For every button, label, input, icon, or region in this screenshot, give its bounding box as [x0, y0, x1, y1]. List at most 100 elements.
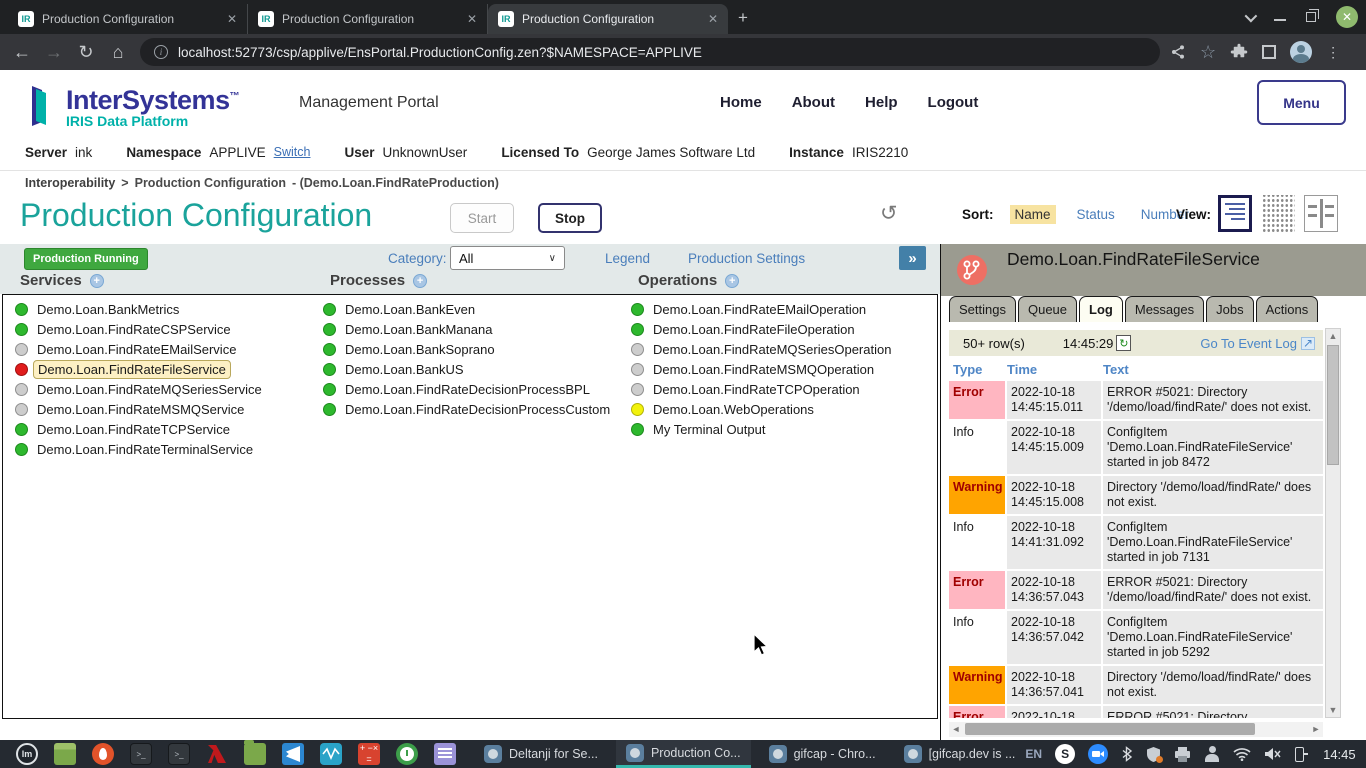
home-icon[interactable]: ⌂ [102, 42, 134, 63]
config-item-label[interactable]: Demo.Loan.FindRateTerminalService [33, 441, 257, 458]
forward-icon[interactable]: → [38, 42, 70, 63]
log-row[interactable]: Info 2022-10-18 14:41:31.092 ConfigItem … [949, 516, 1323, 569]
taskbar-clock[interactable]: 14:45 [1323, 747, 1356, 762]
production-settings-link[interactable]: Production Settings [688, 251, 805, 266]
share-icon[interactable] [1170, 44, 1186, 60]
vscode-icon[interactable] [282, 743, 304, 765]
taskbar-window[interactable]: Deltanji for Se... [474, 740, 608, 768]
config-item-label[interactable]: Demo.Loan.FindRateEMailService [33, 341, 240, 358]
vertical-scroll-thumb[interactable] [1327, 345, 1339, 465]
profile-avatar[interactable] [1290, 41, 1312, 63]
maximize-button[interactable] [1306, 12, 1316, 22]
config-item-label[interactable]: My Terminal Output [649, 421, 769, 438]
config-item-label[interactable]: Demo.Loan.FindRateMQSeriesOperation [649, 341, 895, 358]
config-item[interactable]: Demo.Loan.FindRateFileOperation [631, 319, 895, 339]
wave-app-icon[interactable] [320, 743, 342, 765]
nav-link[interactable]: Help [865, 94, 898, 111]
config-item[interactable]: Demo.Loan.BankSoprano [323, 339, 614, 359]
config-item[interactable]: Demo.Loan.FindRateFileService [15, 359, 266, 379]
user-tray-icon[interactable] [1204, 746, 1220, 762]
config-item[interactable]: Demo.Loan.BankMetrics [15, 299, 266, 319]
start-button[interactable]: Start [450, 203, 514, 233]
scroll-left-icon[interactable]: ◄ [949, 722, 963, 737]
wifi-icon[interactable] [1233, 747, 1251, 761]
back-icon[interactable]: ← [6, 42, 38, 63]
config-item[interactable]: My Terminal Output [631, 419, 895, 439]
config-item[interactable]: Demo.Loan.WebOperations [631, 399, 895, 419]
log-row[interactable]: Error 2022-10-18 14:45:15.011 ERROR #502… [949, 381, 1323, 419]
list-view-icon[interactable] [1218, 195, 1252, 232]
config-item-label[interactable]: Demo.Loan.BankSoprano [341, 341, 499, 358]
volume-muted-icon[interactable] [1264, 747, 1282, 761]
log-row[interactable]: Warning 2022-10-18 14:45:15.008 Director… [949, 476, 1323, 514]
horizontal-scroll-thumb[interactable] [965, 723, 1255, 735]
log-row[interactable]: Error 2022-10-18 14:36:57.043 ERROR #502… [949, 571, 1323, 609]
legend-link[interactable]: Legend [605, 251, 650, 266]
text-column-header[interactable]: Text [1103, 362, 1323, 377]
scroll-right-icon[interactable]: ► [1309, 722, 1323, 737]
config-item[interactable]: Demo.Loan.FindRateMSMQOperation [631, 359, 895, 379]
bookmark-star-icon[interactable]: ☆ [1200, 42, 1216, 63]
expand-panel-button[interactable]: » [899, 246, 926, 270]
breadcrumb-root-link[interactable]: Interoperability [25, 176, 115, 190]
notes-app-icon[interactable] [434, 743, 456, 765]
config-item-label[interactable]: Demo.Loan.FindRateEMailOperation [649, 301, 870, 318]
config-item-label[interactable]: Demo.Loan.FindRateCSPService [33, 321, 235, 338]
detail-tab[interactable]: Queue [1018, 296, 1077, 322]
config-item-label[interactable]: Demo.Loan.FindRateFileService [33, 360, 231, 379]
browser-tab[interactable]: IR Production Configuration ✕ [248, 4, 488, 34]
add-operation-button[interactable]: + [725, 274, 739, 288]
split-view-icon[interactable] [1304, 195, 1338, 232]
refresh-log-icon[interactable]: ↻ [1116, 335, 1131, 351]
video-call-tray-icon[interactable] [1088, 744, 1108, 764]
minimize-button[interactable] [1274, 13, 1286, 21]
add-service-button[interactable]: + [90, 274, 104, 288]
log-horizontal-scrollbar[interactable]: ◄ ► [949, 722, 1323, 737]
config-item-label[interactable]: Demo.Loan.FindRateTCPOperation [649, 381, 864, 398]
category-select[interactable]: All ∨ [450, 246, 565, 270]
scroll-up-icon[interactable]: ▲ [1326, 329, 1340, 343]
sort-option[interactable]: Status [1072, 205, 1120, 224]
reload-icon[interactable]: ↻ [70, 42, 102, 63]
url-text[interactable]: localhost:52773/csp/applive/EnsPortal.Pr… [178, 45, 702, 60]
config-item[interactable]: Demo.Loan.BankManana [323, 319, 614, 339]
tab-close-icon[interactable]: ✕ [227, 12, 237, 26]
language-indicator[interactable]: EN [1025, 747, 1042, 761]
config-item[interactable]: Demo.Loan.FindRateTCPOperation [631, 379, 895, 399]
new-tab-button[interactable]: + [738, 8, 748, 28]
nav-link[interactable]: Logout [928, 94, 979, 111]
browser-menu-icon[interactable]: ⋮ [1326, 44, 1340, 61]
config-item[interactable]: Demo.Loan.FindRateEMailService [15, 339, 266, 359]
config-item[interactable]: Demo.Loan.FindRateTerminalService [15, 439, 266, 459]
config-item-label[interactable]: Demo.Loan.BankMetrics [33, 301, 183, 318]
config-item[interactable]: Demo.Loan.FindRateTCPService [15, 419, 266, 439]
grid-view-icon[interactable] [1261, 195, 1295, 232]
config-item[interactable]: Demo.Loan.FindRateEMailOperation [631, 299, 895, 319]
config-item[interactable]: Demo.Loan.FindRateDecisionProcessBPL [323, 379, 614, 399]
config-item-label[interactable]: Demo.Loan.FindRateMSMQService [33, 401, 248, 418]
clock-app-icon[interactable] [396, 743, 418, 765]
nav-link[interactable]: About [792, 94, 835, 111]
folder-icon[interactable] [244, 743, 266, 765]
terminal-icon[interactable]: >_ [130, 743, 152, 765]
config-item[interactable]: Demo.Loan.FindRateMSMQService [15, 399, 266, 419]
config-item[interactable]: Demo.Loan.FindRateMQSeriesService [15, 379, 266, 399]
calculator-icon[interactable]: + −× = [358, 743, 380, 765]
stop-button[interactable]: Stop [538, 203, 602, 233]
tab-search-chevron-icon[interactable] [1245, 9, 1258, 22]
site-info-icon[interactable]: i [154, 45, 168, 59]
config-item[interactable]: Demo.Loan.FindRateMQSeriesOperation [631, 339, 895, 359]
config-item-label[interactable]: Demo.Loan.BankEven [341, 301, 479, 318]
log-row[interactable]: Warning 2022-10-18 14:36:57.041 Director… [949, 666, 1323, 704]
mint-menu-icon[interactable]: lm [16, 743, 38, 765]
detail-tab[interactable]: Jobs [1206, 296, 1253, 322]
url-bar[interactable]: i localhost:52773/csp/applive/EnsPortal.… [140, 38, 1160, 66]
taskbar-window[interactable]: [gifcap.dev is ... [894, 740, 1026, 768]
config-item-label[interactable]: Demo.Loan.BankUS [341, 361, 468, 378]
tab-close-icon[interactable]: ✕ [708, 12, 718, 26]
time-column-header[interactable]: Time [1007, 362, 1103, 377]
log-row[interactable]: Info 2022-10-18 14:45:15.009 ConfigItem … [949, 421, 1323, 474]
type-column-header[interactable]: Type [949, 362, 1007, 377]
sort-option[interactable]: Name [1010, 205, 1056, 224]
bluetooth-icon[interactable] [1121, 746, 1133, 762]
